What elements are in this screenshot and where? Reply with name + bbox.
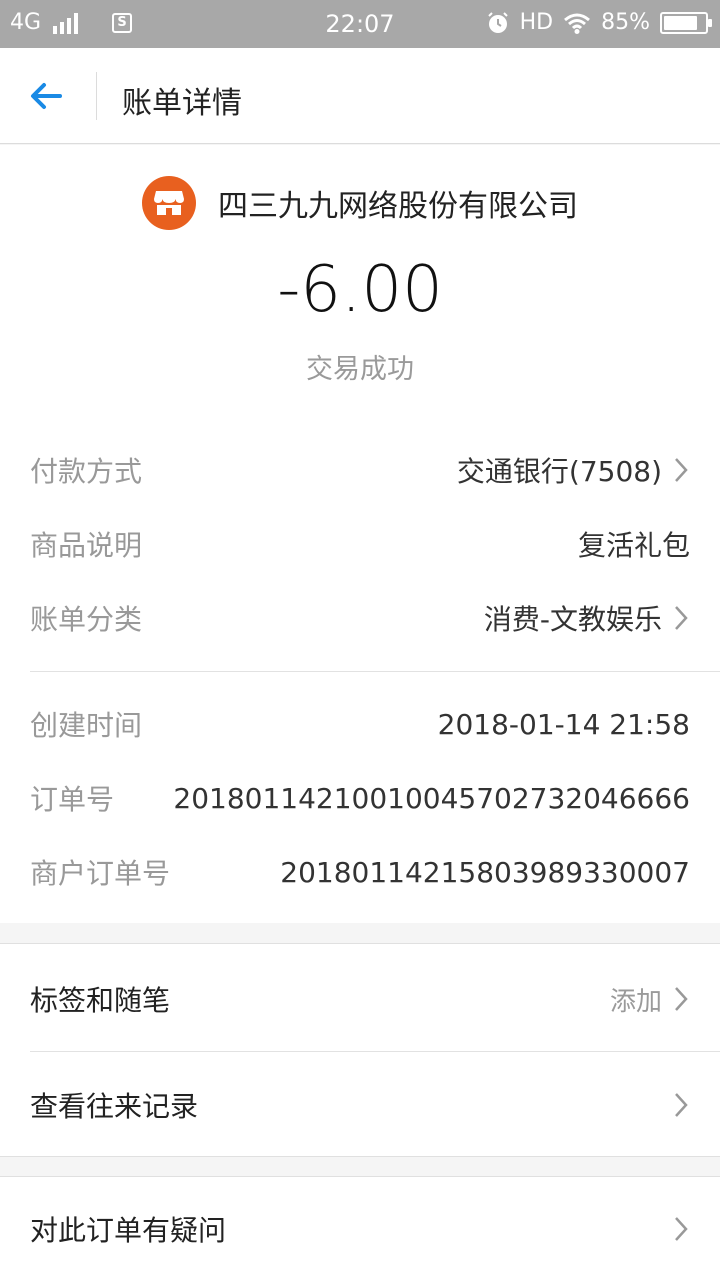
actions-section: 标签和随笔 添加 查看往来记录 (0, 943, 720, 1157)
meta-value: 20180114215803989330007 (280, 855, 690, 889)
order-question-item[interactable]: 对此订单有疑问 (30, 1204, 690, 1254)
merchant-header: 四三九九网络股份有限公司 (0, 175, 720, 231)
arrow-left-icon (31, 83, 62, 109)
item-divider (30, 1051, 720, 1052)
detail-row-category[interactable]: 账单分类 消费-文教娱乐 (30, 594, 690, 642)
status-bar: 4G S 22:07 HD 85% (0, 0, 720, 48)
detail-value: 复活礼包 (577, 529, 690, 562)
chevron-right-icon (675, 606, 688, 630)
chevron-right-icon (675, 458, 688, 482)
nav-header: 账单详情 (0, 48, 720, 144)
tags-notes-item[interactable]: 标签和随笔 添加 (30, 974, 690, 1024)
meta-value: 2018-01-14 21:58 (437, 707, 690, 741)
back-button[interactable] (26, 76, 70, 116)
chevron-right-icon (675, 1217, 688, 1241)
transaction-status: 交易成功 (306, 354, 414, 385)
bill-card: 四三九九网络股份有限公司 -6.00 交易成功 付款方式 交通银行(7508) … (0, 145, 720, 923)
meta-label: 创建时间 (30, 709, 143, 742)
detail-row-payment[interactable]: 付款方式 交通银行(7508) (30, 446, 690, 494)
meta-label: 商户订单号 (30, 857, 171, 890)
meta-row-created: 创建时间 2018-01-14 21:58 (30, 700, 690, 748)
section-divider (30, 671, 720, 672)
status-right: HD 85% (486, 10, 712, 35)
order-question-label: 对此订单有疑问 (30, 1214, 227, 1247)
detail-value-wrap: 交通银行(7508) (457, 450, 690, 490)
chevron-right-icon (675, 1093, 688, 1117)
wifi-icon (563, 12, 591, 34)
meta-row-merchant-order-no: 商户订单号 20180114215803989330007 (30, 848, 690, 896)
hd-label: HD (519, 10, 554, 35)
detail-value-wrap: 复活礼包 (578, 524, 690, 564)
merchant-name: 四三九九网络股份有限公司 (218, 189, 578, 224)
meta-row-order-no: 订单号 20180114210010045702732046666 (30, 774, 690, 822)
transaction-amount: -6.00 (277, 253, 443, 327)
shop-icon (142, 176, 196, 230)
battery-icon (660, 11, 712, 34)
alarm-icon (486, 11, 510, 35)
detail-label: 商品说明 (30, 529, 143, 562)
detail-label: 付款方式 (30, 455, 143, 488)
view-history-right (662, 1090, 690, 1120)
question-section: 对此订单有疑问 (0, 1176, 720, 1280)
battery-fill (664, 15, 698, 30)
page-title: 账单详情 (122, 86, 242, 121)
nav-divider (96, 72, 97, 120)
view-history-item[interactable]: 查看往来记录 (30, 1080, 690, 1130)
meta-value: 20180114210010045702732046666 (173, 781, 690, 815)
add-link[interactable]: 添加 (610, 981, 662, 1018)
meta-label: 订单号 (30, 783, 115, 816)
tags-notes-label: 标签和随笔 (30, 984, 171, 1017)
detail-value: 交通银行(7508) (456, 455, 662, 488)
battery-percent: 85% (601, 10, 650, 35)
order-question-right (662, 1214, 690, 1244)
detail-value-wrap: 消费-文教娱乐 (484, 598, 690, 638)
chevron-right-icon (675, 987, 688, 1011)
detail-label: 账单分类 (30, 603, 143, 636)
tags-notes-right: 添加 (610, 981, 690, 1018)
detail-value: 消费-文教娱乐 (483, 603, 662, 636)
detail-row-product: 商品说明 复活礼包 (30, 520, 690, 568)
view-history-label: 查看往来记录 (30, 1090, 199, 1123)
